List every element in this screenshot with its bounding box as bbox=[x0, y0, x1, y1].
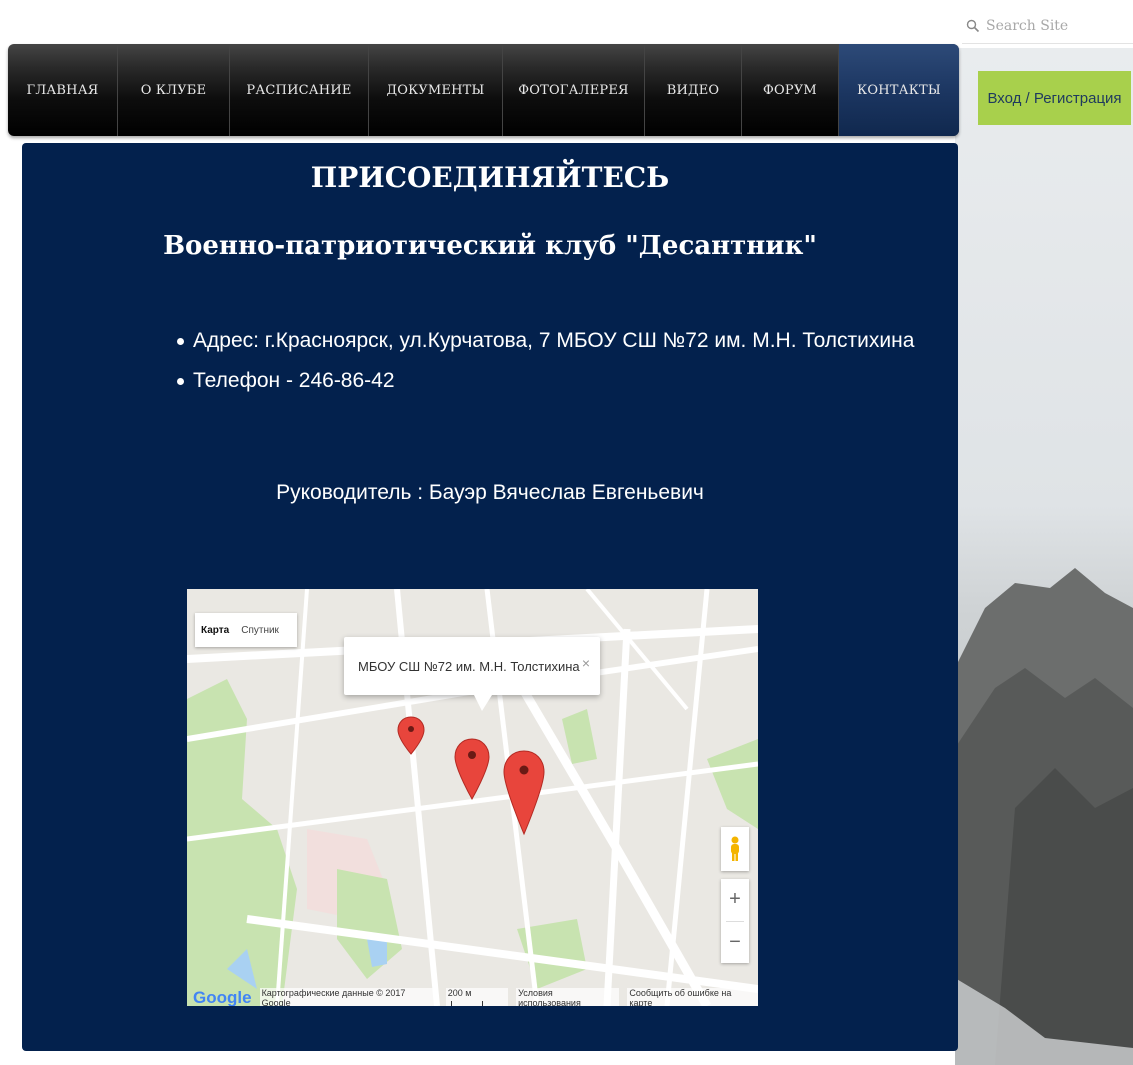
search-icon bbox=[966, 19, 980, 32]
list-item-phone: Телефон - 246-86-42 bbox=[177, 361, 914, 401]
bullet-icon bbox=[177, 377, 184, 385]
phone-text: Телефон - 246-86-42 bbox=[193, 369, 395, 392]
map-type-map-button[interactable]: Карта bbox=[195, 625, 235, 636]
map-data-credit: Картографические данные © 2017 Google bbox=[259, 988, 438, 1006]
contact-list: Адрес: г.Красноярск, ул.Курчатова, 7 МБО… bbox=[177, 321, 914, 401]
nav-item-gallery[interactable]: ФОТОГАЛЕРЕЯ bbox=[503, 44, 645, 136]
scale-label: 200 м bbox=[447, 988, 472, 998]
list-item-address: Адрес: г.Красноярск, ул.Курчатова, 7 МБО… bbox=[177, 321, 914, 361]
bullet-icon bbox=[177, 337, 184, 345]
nav-item-schedule[interactable]: РАСПИСАНИЕ bbox=[230, 44, 369, 136]
zoom-out-button[interactable]: − bbox=[721, 921, 749, 963]
nav-item-contacts[interactable]: КОНТАКТЫ bbox=[839, 44, 959, 136]
pegman-icon bbox=[731, 836, 739, 861]
nav-item-video[interactable]: ВИДЕО bbox=[645, 44, 742, 136]
nav-item-home[interactable]: ГЛАВНАЯ bbox=[8, 44, 118, 136]
zoom-control: + − bbox=[721, 879, 749, 963]
google-logo: Google bbox=[193, 988, 252, 1006]
search-box[interactable] bbox=[962, 8, 1133, 44]
nav-item-about[interactable]: О КЛУБЕ bbox=[118, 44, 230, 136]
map-type-satellite-button[interactable]: Спутник bbox=[235, 625, 285, 636]
search-input[interactable] bbox=[984, 16, 1128, 35]
report-error-link[interactable]: Сообщить об ошибке на карте bbox=[627, 988, 758, 1006]
scale-bar bbox=[450, 1000, 483, 1006]
login-register-button[interactable]: Вход / Регистрация bbox=[978, 71, 1131, 125]
contacts-panel: ПРИСОЕДИНЯЙТЕСЬ Военно-патриотический кл… bbox=[22, 143, 958, 1051]
nav-item-documents[interactable]: ДОКУМЕНТЫ bbox=[369, 44, 503, 136]
close-icon[interactable]: × bbox=[582, 655, 590, 671]
zoom-in-button[interactable]: + bbox=[721, 879, 749, 921]
map-scale: 200 м bbox=[445, 988, 509, 1006]
info-window-tail bbox=[474, 695, 492, 711]
terms-link[interactable]: Условия использования bbox=[516, 988, 620, 1006]
street-view-pegman[interactable] bbox=[721, 827, 749, 871]
nav-item-forum[interactable]: ФОРУМ bbox=[742, 44, 839, 136]
address-text: Адрес: г.Красноярск, ул.Курчатова, 7 МБО… bbox=[193, 329, 915, 352]
embedded-map[interactable]: Карта Спутник МБОУ СШ №72 им. М.Н. Толст… bbox=[187, 589, 758, 1006]
leader-text: Руководитель : Бауэр Вячеслав Евгеньевич bbox=[276, 481, 704, 504]
map-info-window: МБОУ СШ №72 им. М.Н. Толстихина × bbox=[344, 637, 600, 695]
map-attribution: Google Картографические данные © 2017 Go… bbox=[187, 988, 758, 1006]
mountain-background bbox=[955, 48, 1133, 1065]
map-type-control: Карта Спутник bbox=[195, 613, 297, 647]
main-nav: ГЛАВНАЯ О КЛУБЕ РАСПИСАНИЕ ДОКУМЕНТЫ ФОТ… bbox=[8, 44, 959, 136]
club-name: Военно-патриотический клуб "Десантник" bbox=[163, 231, 817, 261]
info-window-title: МБОУ СШ №72 им. М.Н. Толстихина bbox=[358, 658, 580, 674]
page-heading: ПРИСОЕДИНЯЙТЕСЬ bbox=[310, 161, 670, 194]
